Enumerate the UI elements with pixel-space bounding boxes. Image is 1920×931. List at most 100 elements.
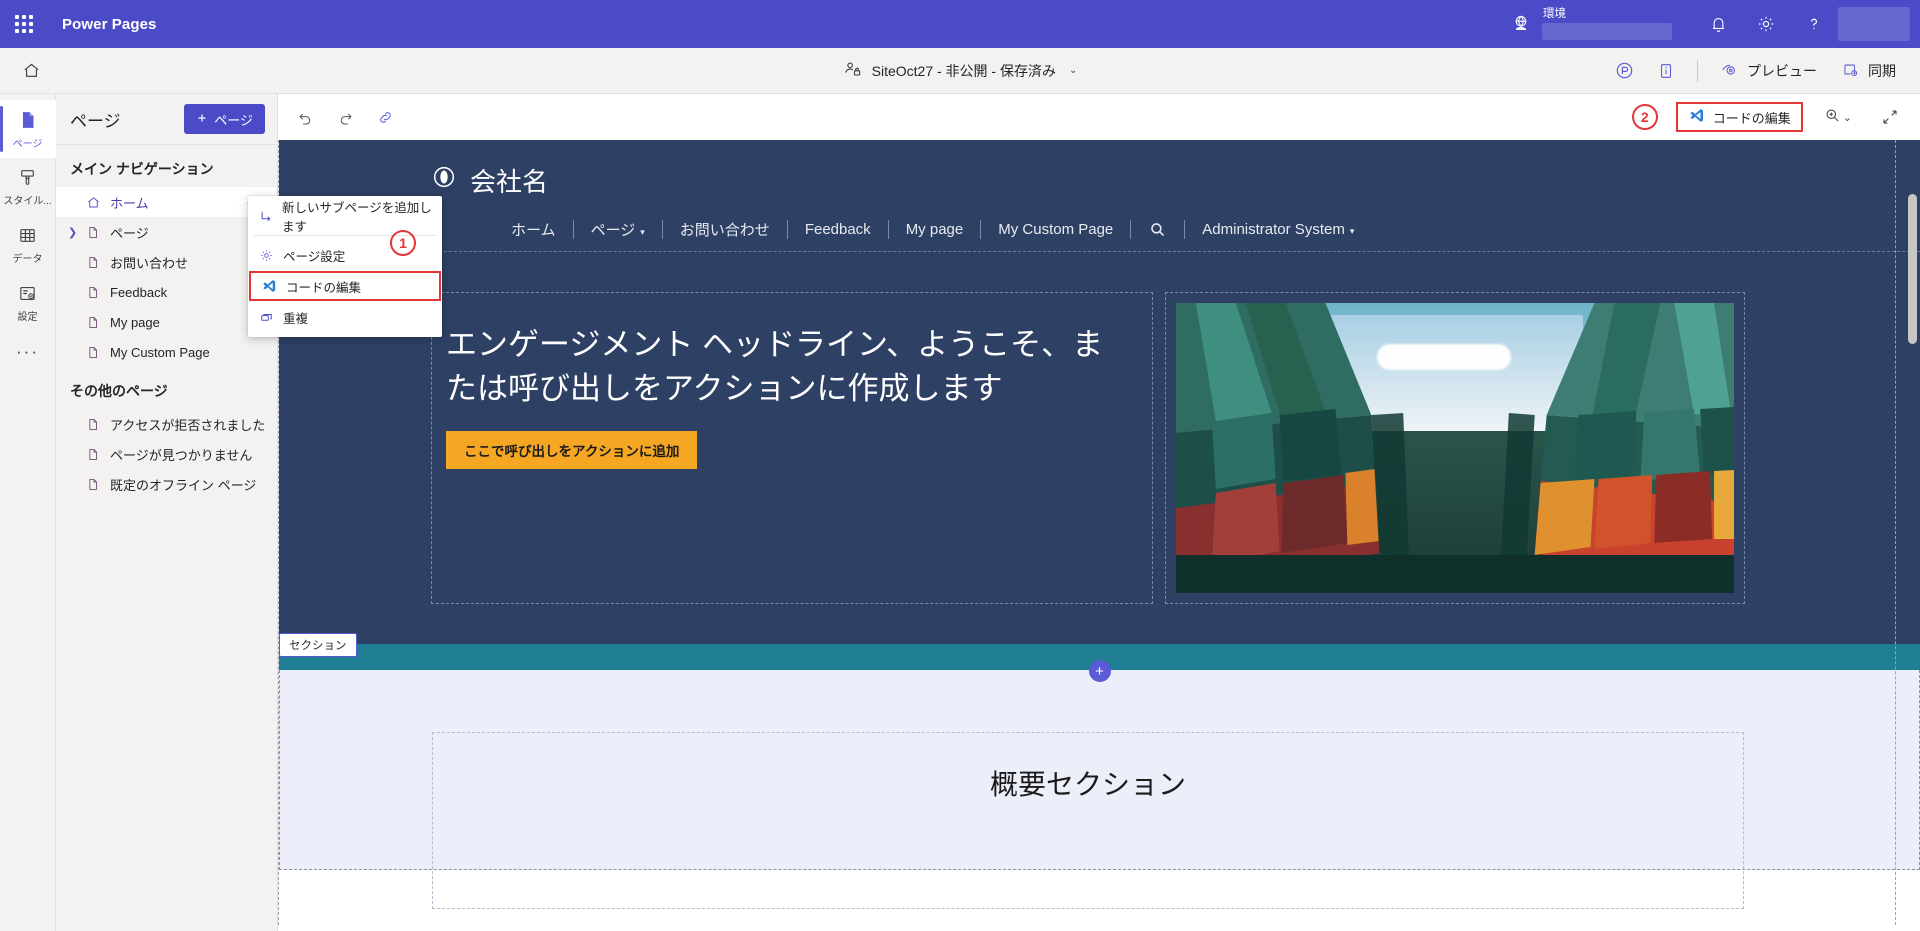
page-tree-label: ホーム: [110, 195, 149, 211]
site-nav-my-custom-page[interactable]: My Custom Page: [998, 221, 1113, 238]
page-tree-item-my-page[interactable]: My page: [56, 307, 277, 337]
page-tree-label: My page: [110, 314, 160, 330]
page-tree-item-default-offline[interactable]: 既定のオフライン ページ: [56, 469, 277, 499]
sidebar-label-styles: スタイル...: [3, 196, 52, 207]
site-nav-contact[interactable]: お問い合わせ: [680, 219, 770, 240]
app-launcher-icon[interactable]: [0, 0, 48, 48]
suite-bar-right: 環境: [1510, 0, 1920, 48]
canvas-right-guide: [1895, 140, 1896, 925]
hero-text-block[interactable]: エンゲージメント ヘッドライン、ようこそ、または呼び出しをアクションに作成します…: [431, 292, 1153, 604]
page-tree-item-feedback[interactable]: Feedback: [56, 277, 277, 307]
page-tree-item-pages[interactable]: ❯ ページ: [56, 217, 277, 247]
site-nav-home[interactable]: ホーム: [511, 219, 556, 240]
sync-label: 同期: [1868, 62, 1896, 79]
page-tree-item-contact[interactable]: お問い合わせ: [56, 247, 277, 277]
command-bar-actions: プレビュー 同期: [1605, 53, 1920, 89]
gear-icon: [258, 248, 274, 263]
environment-globe-icon: [1510, 13, 1532, 35]
sidebar-item-setup[interactable]: 設定: [0, 274, 56, 332]
home-page-icon: [86, 195, 103, 210]
add-section-button[interactable]: +: [1088, 660, 1111, 682]
context-menu-add-subpage[interactable]: 新しいサブページを追加します: [248, 200, 442, 234]
gear-icon[interactable]: [1742, 0, 1790, 48]
sidebar-label-setup: 設定: [17, 312, 38, 323]
context-menu-edit-code[interactable]: コードの編集: [249, 271, 441, 301]
zoom-in-icon: [1823, 106, 1841, 129]
zoom-control[interactable]: ⌄: [1817, 102, 1858, 132]
nav-divider: [1184, 220, 1186, 239]
link-icon[interactable]: [372, 104, 398, 130]
caret-down-icon: ▾: [1349, 226, 1355, 236]
sidebar-label-pages: ページ: [12, 138, 43, 150]
add-page-button[interactable]: ページ: [184, 104, 265, 134]
chevron-down-icon: ⌄: [1842, 111, 1852, 124]
sidebar-item-pages[interactable]: ページ: [0, 100, 56, 158]
canvas-scrollbar[interactable]: [1908, 194, 1917, 344]
nav-divider: [1130, 220, 1132, 239]
home-icon[interactable]: [8, 48, 54, 94]
section-divider-band: セクション +: [279, 633, 1920, 682]
page-tree-item-access-denied[interactable]: アクセスが拒否されました: [56, 409, 277, 439]
pages-panel-header: ページ ページ: [56, 94, 277, 144]
sync-icon: [1841, 60, 1860, 82]
brand-name: 会社名: [470, 167, 549, 197]
site-name-dropdown[interactable]: SiteOct27 - 非公開 - 保存済み ⌄: [843, 59, 1077, 82]
page-tree-label: ページ: [110, 225, 149, 241]
file-icon: [86, 225, 103, 240]
canvas-toolbar: 2 コードの編集 ⌄: [278, 94, 1920, 140]
nav-divider: [980, 220, 982, 239]
context-menu-label: 重複: [283, 311, 309, 326]
page-tree-label: Feedback: [110, 284, 168, 300]
nav-divider: [786, 220, 788, 239]
hero-image-block[interactable]: [1165, 292, 1745, 604]
nav-divider: [572, 220, 574, 239]
context-menu-duplicate[interactable]: 重複: [248, 301, 442, 333]
circle-logo-icon: [431, 164, 457, 197]
redo-icon[interactable]: [332, 104, 358, 130]
main-navigation-heading: メイン ナビゲーション: [70, 161, 214, 177]
page-tree-item-my-custom-page[interactable]: My Custom Page: [56, 337, 277, 367]
site-header: 会社名 ホーム ページ ▾ お問い合わせ Feedback My page My …: [279, 140, 1920, 252]
hero-headline: エンゲージメント ヘッドライン、ようこそ、または呼び出しをアクションに作成します: [446, 327, 1104, 406]
site-nav-account[interactable]: Administrator System ▾: [1202, 221, 1354, 238]
sidebar-item-styles[interactable]: スタイル...: [0, 158, 56, 216]
sidebar-item-data[interactable]: データ: [0, 216, 56, 274]
question-mark-icon[interactable]: [1790, 0, 1838, 48]
data-table-icon: [17, 225, 38, 251]
annotation-badge-1: 1: [390, 230, 416, 256]
site-nav-feedback[interactable]: Feedback: [805, 221, 871, 238]
page-tree-item-page-not-found[interactable]: ページが見つかりません: [56, 439, 277, 469]
overview-inner-block[interactable]: 概要セクション: [432, 732, 1744, 909]
user-avatar-redacted[interactable]: [1838, 7, 1910, 41]
duplicate-icon: [258, 310, 274, 325]
sidebar-more-icon[interactable]: ···: [0, 332, 56, 372]
context-menu-label: コードの編集: [286, 280, 362, 295]
environment-picker[interactable]: 環境: [1510, 8, 1672, 40]
preview-button[interactable]: プレビュー: [1710, 53, 1827, 89]
chevron-right-icon[interactable]: ❯: [68, 217, 77, 247]
site-name-label: SiteOct27 - 非公開 - 保存済み: [871, 62, 1056, 79]
file-icon: [86, 315, 103, 330]
site-visibility-lock-icon: [843, 59, 863, 82]
nav-divider: [887, 220, 889, 239]
info-panel-icon[interactable]: [1647, 53, 1685, 89]
environment-label: 環境: [1543, 8, 1566, 20]
command-bar: SiteOct27 - 非公開 - 保存済み ⌄ プレビュー 同期: [0, 48, 1920, 94]
power-apps-icon[interactable]: [1605, 53, 1643, 89]
site-brand[interactable]: 会社名: [279, 162, 1920, 205]
page-tree-label: ページが見つかりません: [110, 447, 253, 463]
file-icon: [86, 285, 103, 300]
section-tag-label[interactable]: セクション: [279, 633, 357, 657]
sync-button[interactable]: 同期: [1831, 53, 1906, 89]
undo-icon[interactable]: [292, 104, 318, 130]
site-nav-pages[interactable]: ページ ▾: [591, 219, 645, 240]
vscode-icon: [1688, 107, 1705, 127]
overview-section[interactable]: 概要セクション: [279, 670, 1920, 909]
site-nav-my-page[interactable]: My page: [906, 221, 964, 238]
search-icon[interactable]: [1148, 220, 1167, 239]
expand-arrows-icon[interactable]: [1874, 102, 1906, 132]
hero-cta-button[interactable]: ここで呼び出しをアクションに追加: [446, 431, 698, 469]
bell-icon[interactable]: [1694, 0, 1742, 48]
edit-code-button[interactable]: コードの編集: [1675, 102, 1803, 132]
page-tree-item-home[interactable]: ホーム ···: [56, 187, 277, 217]
